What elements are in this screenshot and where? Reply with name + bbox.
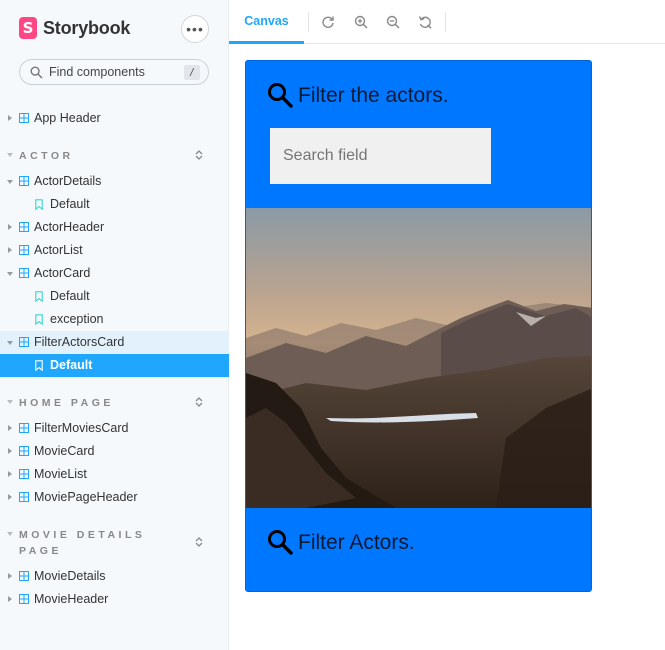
chevron-right-icon (8, 247, 12, 253)
sidebar-item-movie-page-header[interactable]: MoviePageHeader (0, 486, 229, 509)
component-icon (19, 113, 29, 123)
sidebar-item-actor-list[interactable]: ActorList (0, 239, 229, 262)
sidebar-item-label: App Header (34, 111, 101, 125)
sidebar-item-label: ActorHeader (34, 220, 105, 234)
search-placeholder: Find components (49, 65, 145, 79)
bookmark-icon (35, 314, 43, 325)
sidebar-item-label: MoviePageHeader (34, 490, 138, 504)
sidebar-item-movie-card[interactable]: MovieCard (0, 440, 229, 463)
component-icon (19, 492, 29, 502)
component-icon (19, 268, 29, 278)
chevron-right-icon (8, 471, 12, 477)
sidebar-item-label: Default (50, 358, 93, 372)
component-icon (19, 245, 29, 255)
section-caret-icon (7, 532, 13, 536)
sidebar-story-actor-card-default[interactable]: Default (0, 285, 229, 308)
component-icon (19, 469, 29, 479)
brand[interactable]: S Storybook (19, 16, 130, 40)
sidebar-story-filter-actors-card-default[interactable]: Default (0, 354, 229, 377)
filter-actors-card: Filter the actors. Search field Filter A… (245, 60, 592, 592)
section-caret-icon (7, 400, 13, 404)
sidebar-item-label: Default (50, 289, 90, 303)
brand-name: Storybook (43, 17, 131, 38)
chevron-right-icon (8, 573, 12, 579)
search-icon (30, 66, 43, 79)
card-header: Filter the actors. (266, 81, 449, 109)
sidebar-item-actor-card[interactable]: ActorCard (0, 262, 229, 285)
sidebar-item-label: exception (50, 312, 104, 326)
search-field[interactable] (270, 128, 491, 184)
chevron-down-icon (7, 272, 13, 276)
chevron-down-icon (7, 180, 13, 184)
section-title-home-page[interactable]: HOME PAGE (19, 395, 114, 411)
expand-collapse-icon[interactable] (194, 149, 204, 161)
reload-icon[interactable] (321, 15, 335, 29)
expand-collapse-icon[interactable] (194, 396, 204, 408)
sidebar-item-filter-actors-card[interactable]: FilterActorsCard (0, 331, 229, 354)
tab-canvas[interactable]: Canvas (229, 0, 304, 44)
component-icon (19, 176, 29, 186)
component-icon (19, 337, 29, 347)
zoom-reset-icon[interactable] (418, 15, 432, 29)
mountain-landscape-image (246, 208, 591, 508)
search-icon (268, 530, 293, 555)
search-icon (268, 83, 293, 108)
section-title-line: PAGE (19, 545, 62, 557)
sidebar-item-actor-details[interactable]: ActorDetails (0, 170, 229, 193)
sidebar-item-label: MovieDetails (34, 569, 106, 583)
section-title-movie-details-page[interactable]: MOVIE DETAILS PAGE (19, 527, 145, 559)
sidebar-item-label: MovieHeader (34, 592, 109, 606)
menu-button[interactable]: ••• (181, 15, 209, 43)
section-title-line: MOVIE DETAILS (19, 529, 146, 541)
section-caret-icon (7, 153, 13, 157)
sidebar-item-app-header[interactable]: App Header (0, 107, 229, 130)
sidebar: S Storybook ••• Find components / App He… (0, 0, 229, 650)
component-icon (19, 446, 29, 456)
component-icon (19, 222, 29, 232)
chevron-right-icon (8, 224, 12, 230)
card-header-title: Filter the actors. (298, 84, 449, 107)
expand-collapse-icon[interactable] (194, 536, 204, 548)
chevron-right-icon (8, 425, 12, 431)
storybook-app: S Storybook ••• Find components / App He… (0, 0, 665, 650)
chevron-right-icon (8, 494, 12, 500)
zoom-out-icon[interactable] (386, 15, 400, 29)
bookmark-icon (35, 199, 43, 210)
search-input[interactable]: Find components / (19, 59, 209, 85)
bookmark-icon (35, 360, 43, 371)
zoom-in-icon[interactable] (354, 15, 368, 29)
sidebar-item-movie-header[interactable]: MovieHeader (0, 588, 229, 611)
sidebar-item-movie-details[interactable]: MovieDetails (0, 565, 229, 588)
component-icon (19, 571, 29, 581)
sidebar-item-label: MovieCard (34, 444, 95, 458)
sidebar-item-label: MovieList (34, 467, 87, 481)
toolbar: Canvas (229, 0, 665, 44)
sidebar-item-label: ActorList (34, 243, 83, 257)
toolbar-divider (308, 12, 309, 32)
card-footer-title: Filter Actors. (298, 531, 415, 554)
section-title-actor[interactable]: ACTOR (19, 148, 74, 164)
chevron-right-icon (8, 596, 12, 602)
sidebar-item-label: FilterActorsCard (34, 335, 125, 349)
toolbar-divider (445, 12, 446, 32)
sidebar-item-movie-list[interactable]: MovieList (0, 463, 229, 486)
sidebar-item-actor-header[interactable]: ActorHeader (0, 216, 229, 239)
bookmark-icon (35, 291, 43, 302)
sidebar-item-label: Default (50, 197, 90, 211)
sidebar-item-label: ActorDetails (34, 174, 102, 188)
component-icon (19, 594, 29, 604)
chevron-right-icon (8, 115, 12, 121)
sidebar-item-label: FilterMoviesCard (34, 421, 129, 435)
sidebar-story-actor-card-exception[interactable]: exception (0, 308, 229, 331)
card-footer: Filter Actors. (266, 528, 415, 556)
chevron-down-icon (7, 341, 13, 345)
chevron-right-icon (8, 448, 12, 454)
sidebar-item-filter-movies-card[interactable]: FilterMoviesCard (0, 417, 229, 440)
sidebar-story-actor-details-default[interactable]: Default (0, 193, 229, 216)
search-shortcut: / (184, 65, 200, 80)
storybook-logo-icon: S (19, 17, 37, 39)
component-icon (19, 423, 29, 433)
sidebar-item-label: ActorCard (34, 266, 91, 280)
